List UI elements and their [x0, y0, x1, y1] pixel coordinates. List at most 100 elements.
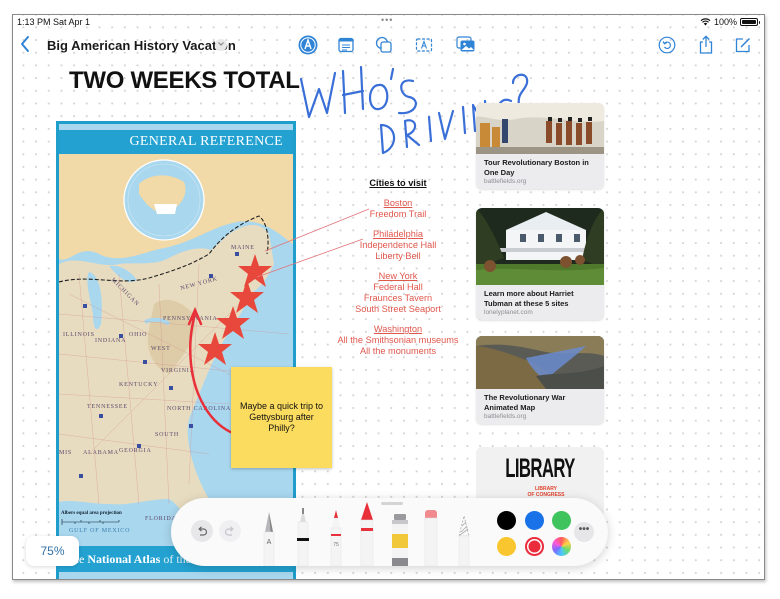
city-site: All the monuments: [359, 346, 437, 356]
city-new-york: New York Federal Hall Fraunces Tavern So…: [331, 271, 465, 315]
board-title[interactable]: Big American History Vacation: [47, 38, 236, 53]
board-heading[interactable]: TWO WEEKS TOTAL: [69, 67, 300, 95]
city-site: South Street Seaport: [355, 304, 441, 314]
library-logo: LIBRARY: [505, 453, 575, 483]
svg-text:ALABAMA: ALABAMA: [83, 450, 119, 456]
color-swatch-yellow[interactable]: [497, 537, 516, 556]
city-name: Boston: [383, 198, 413, 208]
text-box-button[interactable]: [336, 35, 356, 55]
undo-history-button[interactable]: [657, 35, 677, 55]
status-bar: 1:13 PM Sat Apr 1 ••• 100%: [13, 15, 764, 31]
city-site: Liberty Bell: [375, 251, 421, 261]
eraser-tool[interactable]: [423, 510, 439, 566]
text-button[interactable]: [414, 35, 434, 55]
cities-list[interactable]: Cities to visit Boston Freedom Trail Phi…: [331, 178, 465, 366]
svg-text:WEST: WEST: [151, 346, 171, 352]
pen-tool-button[interactable]: [298, 35, 318, 55]
link-card-title: Tour Revolutionary Boston in One Day: [484, 158, 589, 177]
title-menu-button[interactable]: [215, 39, 227, 51]
svg-text:GEORGIA: GEORGIA: [119, 448, 152, 454]
color-picker-multicolor[interactable]: [552, 537, 571, 556]
palette-drag-handle[interactable]: [381, 502, 403, 505]
back-button[interactable]: [19, 35, 31, 57]
fineliner-pen-tool[interactable]: [295, 508, 311, 566]
svg-text:VIRGINIA: VIRGINIA: [161, 368, 195, 374]
status-time: 1:13 PM: [17, 17, 51, 27]
link-card-image: [476, 336, 604, 389]
link-card-image: [476, 208, 604, 285]
battery-percent: 100%: [713, 17, 737, 27]
redo-icon: [224, 526, 234, 536]
crayon-tool[interactable]: [358, 502, 376, 566]
color-swatch-green[interactable]: [552, 511, 571, 530]
city-washington: Washington All the Smithsonian museums A…: [331, 324, 465, 357]
chevron-down-icon: [218, 42, 224, 46]
svg-text:KENTUCKY: KENTUCKY: [119, 382, 158, 388]
city-name: Washington: [373, 324, 423, 334]
lasso-tool[interactable]: [456, 516, 472, 566]
battery-icon: [740, 18, 760, 26]
shapes-button[interactable]: [374, 35, 394, 55]
watercolor-tool[interactable]: [390, 514, 410, 566]
svg-text:SOUTH: SOUTH: [155, 432, 179, 438]
city-site: Independence Hall: [359, 240, 437, 250]
more-options-button[interactable]: •••: [574, 522, 594, 542]
svg-text:MIS: MIS: [59, 450, 72, 456]
chevron-left-icon: [21, 36, 29, 52]
city-site: Federal Hall: [373, 282, 423, 292]
color-swatch-black[interactable]: [497, 511, 516, 530]
city-site: All the Smithsonian museums: [337, 335, 459, 345]
city-site: Freedom Trail: [369, 209, 427, 219]
shapes-icon: [375, 36, 392, 53]
undo-icon: [198, 526, 208, 536]
undo-button[interactable]: [191, 520, 213, 542]
link-card-title: Learn more about Harriet Tubman at these…: [484, 289, 574, 308]
marker-pen-tool[interactable]: 75: [328, 510, 344, 566]
monoline-pen-tool[interactable]: A: [261, 510, 277, 566]
link-card-source: battlefields.org: [484, 413, 527, 420]
link-card[interactable]: The Revolutionary War Animated Map battl…: [476, 336, 604, 424]
pen-tool-icon: [298, 35, 318, 55]
library-sublogo: LIBRARY OF CONGRESS: [527, 486, 565, 498]
city-name: Philadelphia: [372, 229, 424, 239]
multitasking-dots-icon[interactable]: •••: [381, 15, 393, 25]
svg-text:INDIANA: INDIANA: [95, 338, 126, 344]
city-philadelphia: Philadelphia Independence Hall Liberty B…: [331, 229, 465, 262]
wifi-icon: [700, 18, 711, 26]
link-card[interactable]: Learn more about Harriet Tubman at these…: [476, 208, 604, 320]
text-icon: [415, 38, 433, 52]
color-swatch-red-selected[interactable]: [525, 537, 544, 556]
status-date: Sat Apr 1: [53, 17, 91, 27]
media-icon: [456, 36, 475, 52]
map-header: GENERAL REFERENCE: [59, 130, 293, 154]
map-graphic: MICHIGAN NEW YORK MAINE PENNSYLVANIA OHI…: [59, 154, 293, 554]
link-card-image: [476, 103, 604, 154]
redo-button[interactable]: [219, 520, 241, 542]
drawing-tool-palette: A 75 •••: [171, 498, 608, 566]
svg-text:75: 75: [333, 542, 339, 548]
zoom-level-button[interactable]: 75%: [26, 536, 79, 566]
svg-text:NORTH CAROLINA: NORTH CAROLINA: [167, 406, 231, 412]
sticky-note[interactable]: Maybe a quick trip to Gettysburg after P…: [231, 367, 332, 468]
svg-text:TENNESSEE: TENNESSEE: [87, 404, 128, 410]
new-board-icon: [735, 37, 751, 53]
media-button[interactable]: [456, 35, 476, 55]
share-button[interactable]: [696, 35, 716, 55]
cities-title: Cities to visit: [369, 178, 427, 188]
svg-text:OHIO: OHIO: [129, 332, 147, 338]
new-board-button[interactable]: [733, 35, 753, 55]
color-swatch-blue[interactable]: [525, 511, 544, 530]
city-boston: Boston Freedom Trail: [331, 198, 465, 220]
city-name: New York: [378, 271, 418, 281]
undo-history-icon: [658, 36, 676, 54]
city-site: Fraunces Tavern: [363, 293, 433, 303]
link-card-title: The Revolutionary War Animated Map: [484, 393, 566, 412]
svg-text:ILLINOIS: ILLINOIS: [63, 332, 95, 338]
ipad-screen: 1:13 PM Sat Apr 1 ••• 100% Big American …: [12, 14, 765, 580]
share-icon: [699, 35, 713, 54]
svg-text:A: A: [267, 539, 272, 546]
link-card[interactable]: Tour Revolutionary Boston in One Day bat…: [476, 103, 604, 189]
link-card-source: lonelyplanet.com: [484, 309, 533, 316]
link-card-source: battlefields.org: [484, 178, 527, 185]
map-scale: Albers equal area projection: [61, 511, 122, 532]
